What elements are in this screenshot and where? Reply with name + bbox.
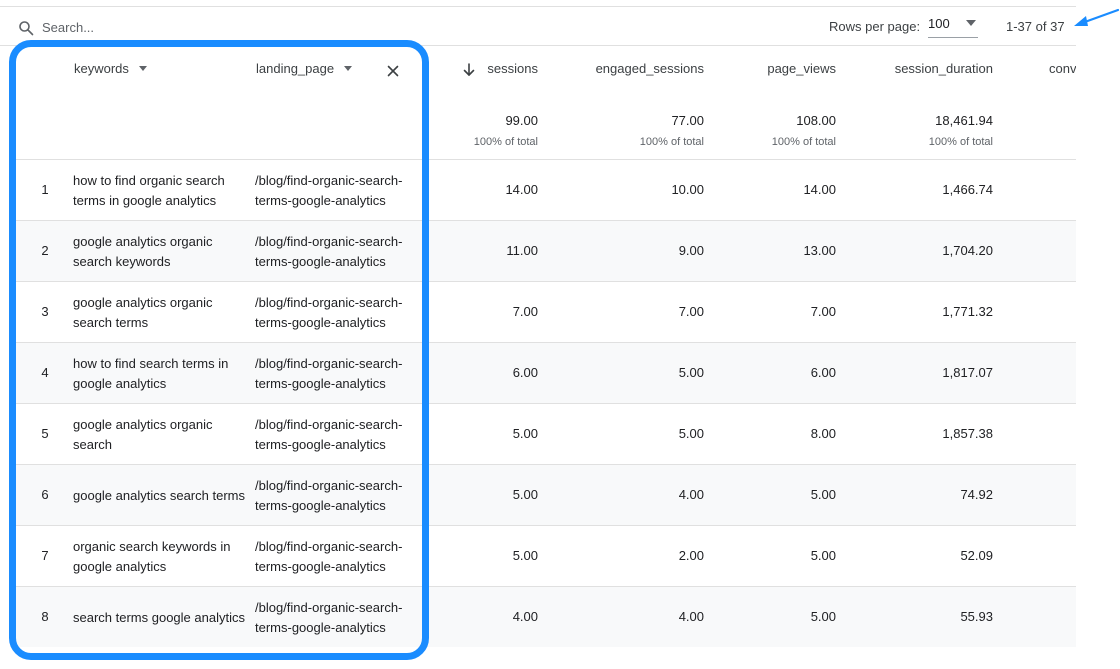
total-engaged-sessions: 77.00 xyxy=(671,113,704,128)
cell-keywords: search terms google analytics xyxy=(73,609,245,625)
cell-session-duration: 1,857.38 xyxy=(942,426,993,441)
cell-keywords: google analytics organic search xyxy=(73,416,213,452)
column-header-label: keywords xyxy=(74,61,129,76)
pagination-info: 1-37 of 37 xyxy=(1006,19,1065,34)
cell-engaged-sessions: 4.00 xyxy=(678,487,704,502)
row-index: 5 xyxy=(41,426,49,441)
cell-page-views: 13.00 xyxy=(803,243,836,258)
row-index: 6 xyxy=(41,487,49,502)
cell-page-views: 5.00 xyxy=(810,548,836,563)
cell-page-views: 5.00 xyxy=(810,609,836,624)
row-index: 7 xyxy=(41,548,49,563)
table-toolbar: Rows per page: 100 1-37 of 37 xyxy=(0,6,1076,46)
total-session-duration-sub: 100% of total xyxy=(928,136,993,148)
report-table-page: Rows per page: 100 1-37 of 37 keywords l… xyxy=(0,0,1120,669)
cell-page-views: 8.00 xyxy=(810,426,836,441)
cell-session-duration: 55.93 xyxy=(960,609,993,624)
chevron-down-icon[interactable] xyxy=(138,66,147,72)
total-page-views: 108.00 xyxy=(796,113,836,128)
cell-session-duration: 1,704.20 xyxy=(942,243,993,258)
total-page-views-sub: 100% of total xyxy=(771,136,836,148)
row-index: 4 xyxy=(41,365,49,380)
cell-engaged-sessions: 5.00 xyxy=(678,365,704,380)
cell-engaged-sessions: 2.00 xyxy=(678,548,704,563)
cell-page-views: 5.00 xyxy=(810,487,836,502)
search-input[interactable] xyxy=(42,16,242,38)
row-index: 3 xyxy=(41,304,49,319)
total-session-duration: 18,461.94 xyxy=(935,113,993,128)
column-header-keywords[interactable]: keywords xyxy=(74,61,147,76)
cell-engaged-sessions: 7.00 xyxy=(678,304,704,319)
rows-per-page-label: Rows per page: xyxy=(829,19,921,34)
total-engaged-sessions-sub: 100% of total xyxy=(639,136,704,148)
cell-session-duration: 1,466.74 xyxy=(942,182,993,197)
column-header-page-views[interactable]: page_views xyxy=(746,61,836,76)
column-header-engaged-sessions[interactable]: engaged_sessions xyxy=(574,61,704,76)
table-row[interactable]: 3 google analytics organic search terms … xyxy=(16,281,1076,342)
cell-keywords: google analytics search terms xyxy=(73,487,245,503)
cell-landing-page: /blog/find-organic-search-terms-google-a… xyxy=(255,477,403,513)
arrow-down-icon[interactable] xyxy=(463,63,475,77)
total-sessions: 99.00 xyxy=(505,113,538,128)
cell-landing-page: /blog/find-organic-search-terms-google-a… xyxy=(255,294,403,330)
rows-per-page-value: 100 xyxy=(928,16,950,31)
table-row[interactable]: 4 how to find search terms in google ana… xyxy=(16,342,1076,403)
table-row[interactable]: 6 google analytics search terms /blog/fi… xyxy=(16,464,1076,525)
cell-keywords: google analytics organic search terms xyxy=(73,294,213,330)
column-header-label: landing_page xyxy=(256,61,335,76)
column-header-landing-page[interactable]: landing_page xyxy=(256,61,353,76)
cell-keywords: organic search keywords in google analyt… xyxy=(73,538,231,574)
cell-engaged-sessions: 10.00 xyxy=(671,182,704,197)
cell-page-views: 7.00 xyxy=(810,304,836,319)
cell-session-duration: 74.92 xyxy=(960,487,993,502)
cell-engaged-sessions: 4.00 xyxy=(678,609,704,624)
cell-engaged-sessions: 5.00 xyxy=(678,426,704,441)
cell-session-duration: 1,771.32 xyxy=(942,304,993,319)
row-index: 8 xyxy=(41,609,49,624)
table-row[interactable]: 5 google analytics organic search /blog/… xyxy=(16,403,1076,464)
table-body: 1 how to find organic search terms in go… xyxy=(16,159,1076,647)
cell-sessions: 7.00 xyxy=(512,304,538,319)
chevron-down-icon xyxy=(966,20,976,26)
cell-sessions: 14.00 xyxy=(505,182,538,197)
cell-sessions: 4.00 xyxy=(512,609,538,624)
cell-landing-page: /blog/find-organic-search-terms-google-a… xyxy=(255,233,403,269)
table-row[interactable]: 2 google analytics organic search keywor… xyxy=(16,220,1076,281)
cell-sessions: 11.00 xyxy=(506,243,538,258)
cell-keywords: how to find search terms in google analy… xyxy=(73,355,229,391)
cell-landing-page: /blog/find-organic-search-terms-google-a… xyxy=(255,416,403,452)
row-index: 1 xyxy=(41,182,49,197)
cell-landing-page: /blog/find-organic-search-terms-google-a… xyxy=(255,355,403,391)
column-header-sessions[interactable]: sessions xyxy=(480,61,538,76)
cell-keywords: google analytics organic search keywords xyxy=(73,233,213,269)
chevron-down-icon[interactable] xyxy=(344,66,353,72)
arrow-annotation-icon xyxy=(1074,8,1120,26)
cell-sessions: 5.00 xyxy=(512,426,538,441)
cell-page-views: 6.00 xyxy=(810,365,836,380)
cell-session-duration: 1,817.07 xyxy=(942,365,993,380)
cell-landing-page: /blog/find-organic-search-terms-google-a… xyxy=(255,599,403,635)
cell-sessions: 6.00 xyxy=(512,365,538,380)
table-row[interactable]: 8 search terms google analytics /blog/fi… xyxy=(16,586,1076,647)
column-header-session-duration[interactable]: session_duration xyxy=(873,61,993,76)
table-row[interactable]: 1 how to find organic search terms in go… xyxy=(16,159,1076,220)
cell-engaged-sessions: 9.00 xyxy=(678,243,704,258)
rows-per-page-select[interactable]: 100 xyxy=(928,12,978,38)
cell-page-views: 14.00 xyxy=(803,182,836,197)
total-sessions-sub: 100% of total xyxy=(473,136,538,148)
cell-landing-page: /blog/find-organic-search-terms-google-a… xyxy=(255,172,403,208)
cell-sessions: 5.00 xyxy=(512,548,538,563)
cell-keywords: how to find organic search terms in goog… xyxy=(73,172,225,208)
close-icon[interactable] xyxy=(387,65,399,77)
cell-landing-page: /blog/find-organic-search-terms-google-a… xyxy=(255,538,403,574)
table-row[interactable]: 7 organic search keywords in google anal… xyxy=(16,525,1076,586)
data-table: keywords landing_page sessions engaged_s… xyxy=(0,46,1076,669)
row-index: 2 xyxy=(41,243,49,258)
column-header-conversions[interactable]: conv xyxy=(1049,61,1076,76)
search-icon xyxy=(19,21,34,36)
cell-session-duration: 52.09 xyxy=(960,548,993,563)
cell-sessions: 5.00 xyxy=(512,487,538,502)
